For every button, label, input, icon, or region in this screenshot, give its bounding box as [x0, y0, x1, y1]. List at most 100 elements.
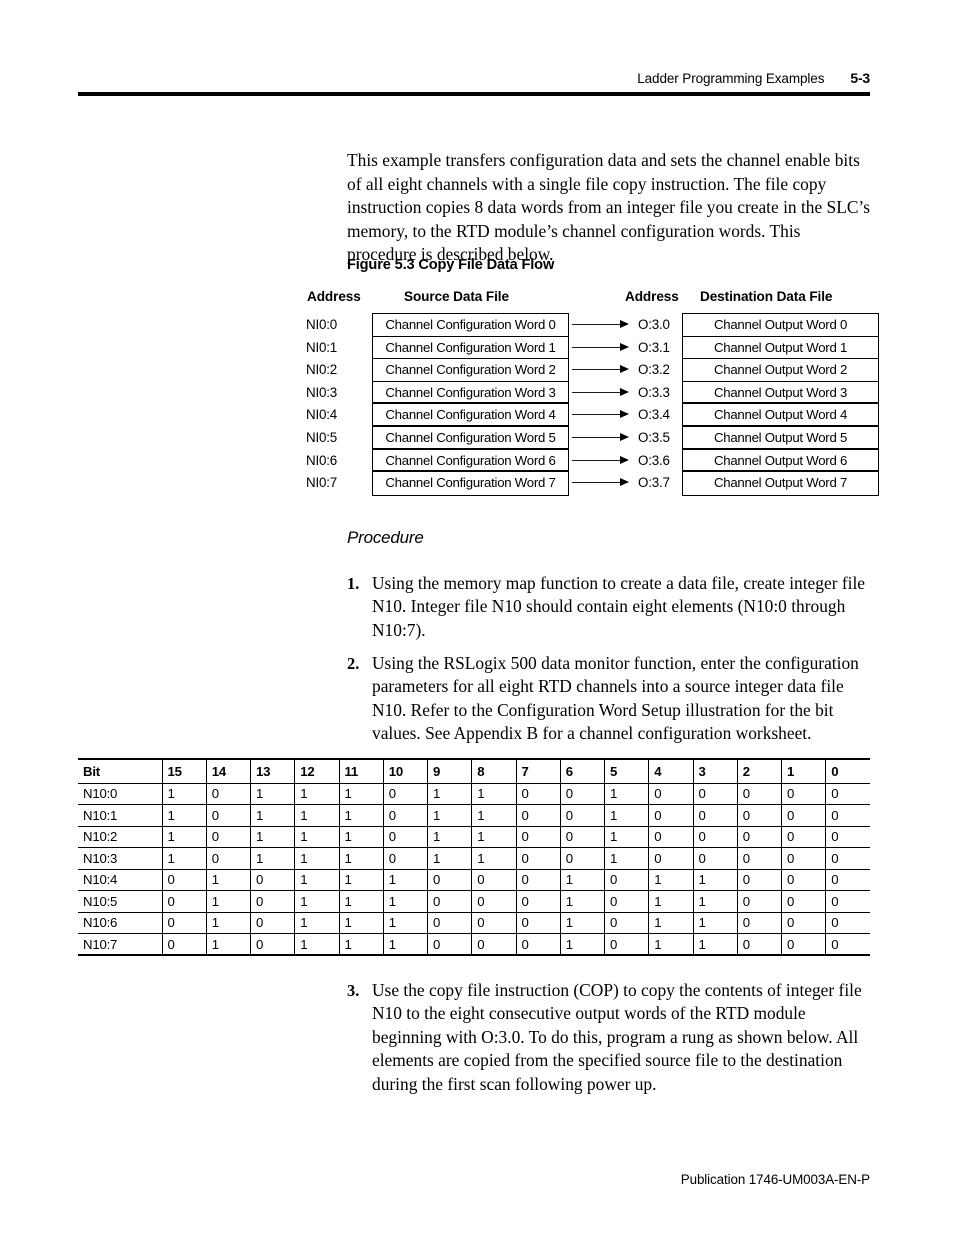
- bit-cell: 1: [205, 933, 252, 956]
- source-data-file-column-header: Source Data File: [404, 289, 509, 304]
- copy-file-data-flow-diagram: Address Source Data File Address Destina…: [300, 289, 880, 504]
- bit-cell: 0: [736, 890, 783, 913]
- bit-cell: 1: [338, 912, 384, 934]
- bit-cell: 1: [338, 783, 384, 805]
- bit-cell: 0: [471, 912, 517, 934]
- page-footer: Publication 1746-UM003A-EN-P: [680, 1172, 870, 1187]
- column-header: 2: [736, 758, 783, 784]
- procedure-step: 3. Use the copy file instruction (COP) t…: [347, 979, 874, 1096]
- row-label: N10:3: [78, 847, 163, 870]
- bit-cell: 1: [559, 933, 606, 956]
- bit-cell: 0: [648, 804, 694, 827]
- header-page-number: 5-3: [850, 70, 870, 86]
- bit-cell: 0: [249, 890, 296, 913]
- column-header: 9: [426, 758, 473, 784]
- bit-cell: 0: [736, 783, 783, 805]
- bit-cell: 0: [515, 912, 561, 934]
- bit-cell: 0: [559, 804, 606, 827]
- source-address: NI0:3: [306, 384, 338, 400]
- destination-word-row: Channel Output Word 0: [683, 314, 878, 337]
- table-row: N10:1 1 0 1 1 1 0 1 1 0 0 1 0 0 0 0 0: [78, 804, 870, 827]
- column-header: 6: [559, 758, 606, 784]
- bit-cell: 1: [603, 804, 650, 827]
- bit-cell: 1: [249, 804, 296, 827]
- arrow-head-icon: [620, 320, 629, 328]
- bit-cell: 1: [382, 912, 429, 934]
- bit-cell: 1: [559, 912, 606, 934]
- bit-cell: 1: [648, 869, 694, 891]
- bit-cell: 0: [515, 847, 561, 870]
- column-header: Bit: [78, 758, 163, 784]
- arrow-line-icon: [572, 369, 622, 371]
- source-address: NI0:6: [306, 452, 338, 468]
- bit-cell: 1: [249, 826, 296, 848]
- bit-cell: 1: [294, 826, 340, 848]
- bit-cell: 1: [338, 804, 384, 827]
- page-header: Ladder Programming Examples 5-3: [78, 70, 870, 86]
- bit-cell: 0: [161, 912, 207, 934]
- bit-cell: 0: [426, 933, 473, 956]
- source-address-list: NI0:0 NI0:1 NI0:2 NI0:3 NI0:4 NI0:5 NI0:…: [306, 314, 362, 495]
- bit-cell: 0: [736, 933, 783, 956]
- bit-cell: 0: [603, 912, 650, 934]
- bit-cell: 0: [161, 933, 207, 956]
- arrow-head-icon: [620, 455, 629, 464]
- bit-cell: 1: [249, 847, 296, 870]
- bit-cell: 0: [471, 933, 517, 956]
- source-word-row: Channel Configuration Word 5: [373, 427, 568, 450]
- bit-cell: 0: [382, 826, 429, 848]
- column-header: 0: [825, 758, 870, 784]
- row-label: N10:0: [78, 783, 163, 805]
- bit-cell: 1: [692, 869, 738, 891]
- bit-cell: 0: [559, 847, 606, 870]
- source-address: NI0:7: [306, 475, 338, 491]
- arrow-line-icon: [572, 324, 622, 326]
- bit-cell: 0: [825, 826, 870, 848]
- bit-cell: 0: [205, 847, 252, 870]
- bit-cell: 0: [426, 890, 473, 913]
- flow-arrow-row: [572, 426, 638, 449]
- bit-cell: 1: [648, 890, 694, 913]
- column-header: 4: [648, 758, 694, 784]
- source-address: NI0:2: [306, 362, 338, 378]
- bit-cell: 0: [515, 783, 561, 805]
- bit-cell: 0: [780, 847, 827, 870]
- bit-cell: 0: [692, 804, 738, 827]
- bit-cell: 1: [294, 869, 340, 891]
- bit-cell: 1: [205, 890, 252, 913]
- bit-cell: 0: [205, 804, 252, 827]
- table-row: N10:6 0 1 0 1 1 1 0 0 0 1 0 1 1 0 0 0: [78, 912, 870, 934]
- bit-cell: 1: [382, 869, 429, 891]
- bit-cell: 0: [825, 912, 870, 934]
- source-word-row: Channel Configuration Word 3: [373, 382, 568, 405]
- bit-cell: 0: [736, 847, 783, 870]
- bit-cell: 0: [515, 826, 561, 848]
- bit-cell: 1: [338, 890, 384, 913]
- flow-arrow-row: [572, 336, 638, 359]
- source-address: NI0:0: [306, 317, 338, 332]
- table-row: N10:4 0 1 0 1 1 1 0 0 0 1 0 1 1 0 0 0: [78, 869, 870, 891]
- bit-cell: 0: [426, 912, 473, 934]
- column-header: 11: [338, 758, 384, 784]
- column-header: 5: [603, 758, 650, 784]
- source-address: NI0:1: [306, 339, 338, 355]
- bit-cell: 0: [471, 890, 517, 913]
- table-row: N10:7 0 1 0 1 1 1 0 0 0 1 0 1 1 0 0 0: [78, 933, 870, 956]
- bit-cell: 0: [515, 933, 561, 956]
- arrow-line-icon: [572, 482, 622, 484]
- bit-cell: 1: [294, 804, 340, 827]
- bit-cell: 0: [603, 869, 650, 891]
- destination-word-row: Channel Output Word 4: [683, 404, 878, 427]
- bit-cell: 1: [382, 933, 429, 956]
- bit-cell: 0: [736, 912, 783, 934]
- bit-cell: 1: [603, 783, 650, 805]
- bit-cell: 1: [161, 783, 207, 805]
- bit-cell: 0: [648, 847, 694, 870]
- row-label: N10:5: [78, 890, 163, 913]
- configuration-bit-table: Bit 15 14 13 12 11 10 9 8 7 6 5 4 3 2 1 …: [78, 758, 870, 956]
- bit-cell: 0: [559, 783, 606, 805]
- arrow-line-icon: [572, 436, 622, 439]
- destination-word-row: Channel Output Word 6: [683, 450, 878, 473]
- arrow-line-icon: [572, 414, 622, 416]
- column-header: 8: [471, 758, 517, 784]
